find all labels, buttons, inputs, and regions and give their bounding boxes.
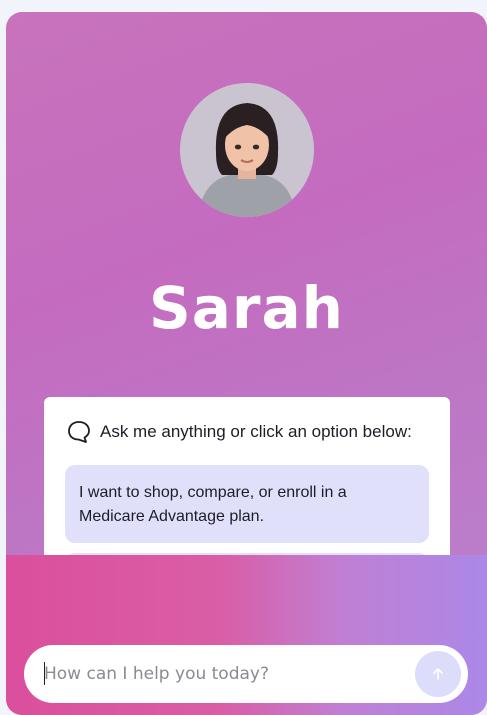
- prompt-row: Ask me anything or click an option below…: [66, 419, 412, 445]
- options-panel: Ask me anything or click an option below…: [44, 397, 450, 567]
- send-button[interactable]: [415, 651, 461, 697]
- prompt-text: Ask me anything or click an option below…: [100, 422, 412, 441]
- avatar: [180, 83, 314, 217]
- avatar-portrait: [180, 83, 314, 217]
- chat-widget: Sarah Ask me anything or click an option…: [6, 12, 487, 715]
- chat-bubble-icon: [68, 421, 90, 443]
- message-input[interactable]: [44, 657, 394, 691]
- option-shop-compare-enroll[interactable]: I want to shop, compare, or enroll in a …: [65, 465, 429, 543]
- arrow-up-icon: [433, 668, 443, 680]
- assistant-name: Sarah: [149, 274, 344, 342]
- message-input-bar: [24, 645, 468, 703]
